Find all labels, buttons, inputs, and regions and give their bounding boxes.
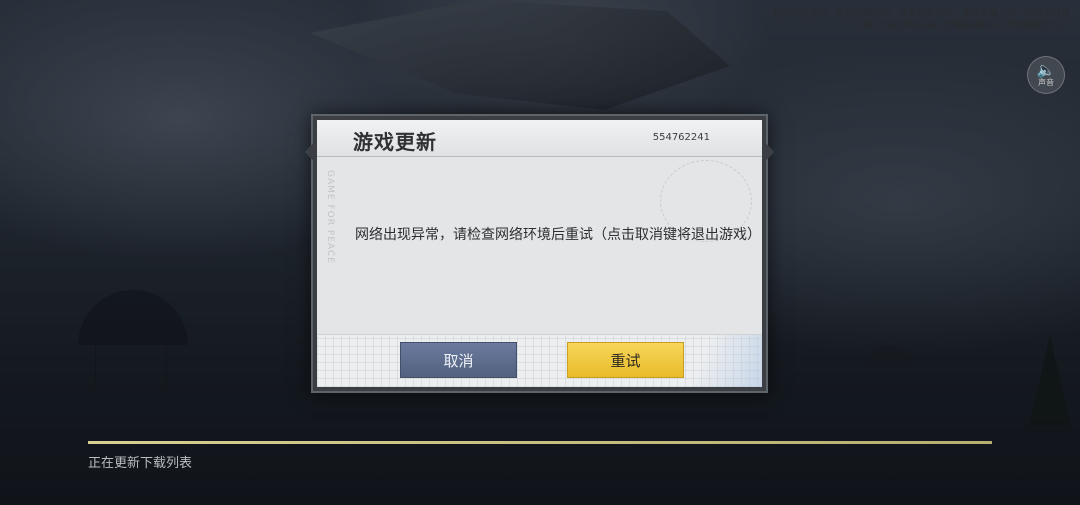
loading-progress-bar [88, 441, 992, 444]
health-notice: 抵制不良游戏，拒绝盗版游戏。注意自我保护，谨防受骗上当。适度游戏益脑，沉迷游戏伤… [772, 9, 1070, 31]
loading-progress-fill [88, 441, 992, 444]
dialog-side-decoration: GAME FOR PEACE [325, 170, 335, 264]
dialog-header: 游戏更新 554762241 [317, 120, 762, 157]
dialog-message: 网络出现异常，请检查网络环境后重试（点击取消键将退出游戏） [355, 227, 761, 243]
dialog-id: 554762241 [652, 132, 710, 143]
retry-button[interactable]: 重试 [567, 342, 684, 378]
loading-status-text: 正在更新下载列表 [88, 456, 193, 471]
dialog-title: 游戏更新 [353, 130, 437, 154]
dialog-footer: 取消 重试 [317, 334, 762, 387]
dialog-body: 游戏更新 554762241 GAME FOR PEACE 网络出现异常，请检查… [317, 120, 762, 387]
speaker-icon: 🔈 [1036, 61, 1056, 79]
footer-glow [682, 335, 762, 387]
sound-button-label: 声音 [1038, 78, 1054, 87]
sound-toggle-button[interactable]: 🔈 声音 [1027, 56, 1065, 94]
game-update-dialog: 游戏更新 554762241 GAME FOR PEACE 网络出现异常，请检查… [304, 114, 775, 393]
cancel-button[interactable]: 取消 [400, 342, 517, 378]
